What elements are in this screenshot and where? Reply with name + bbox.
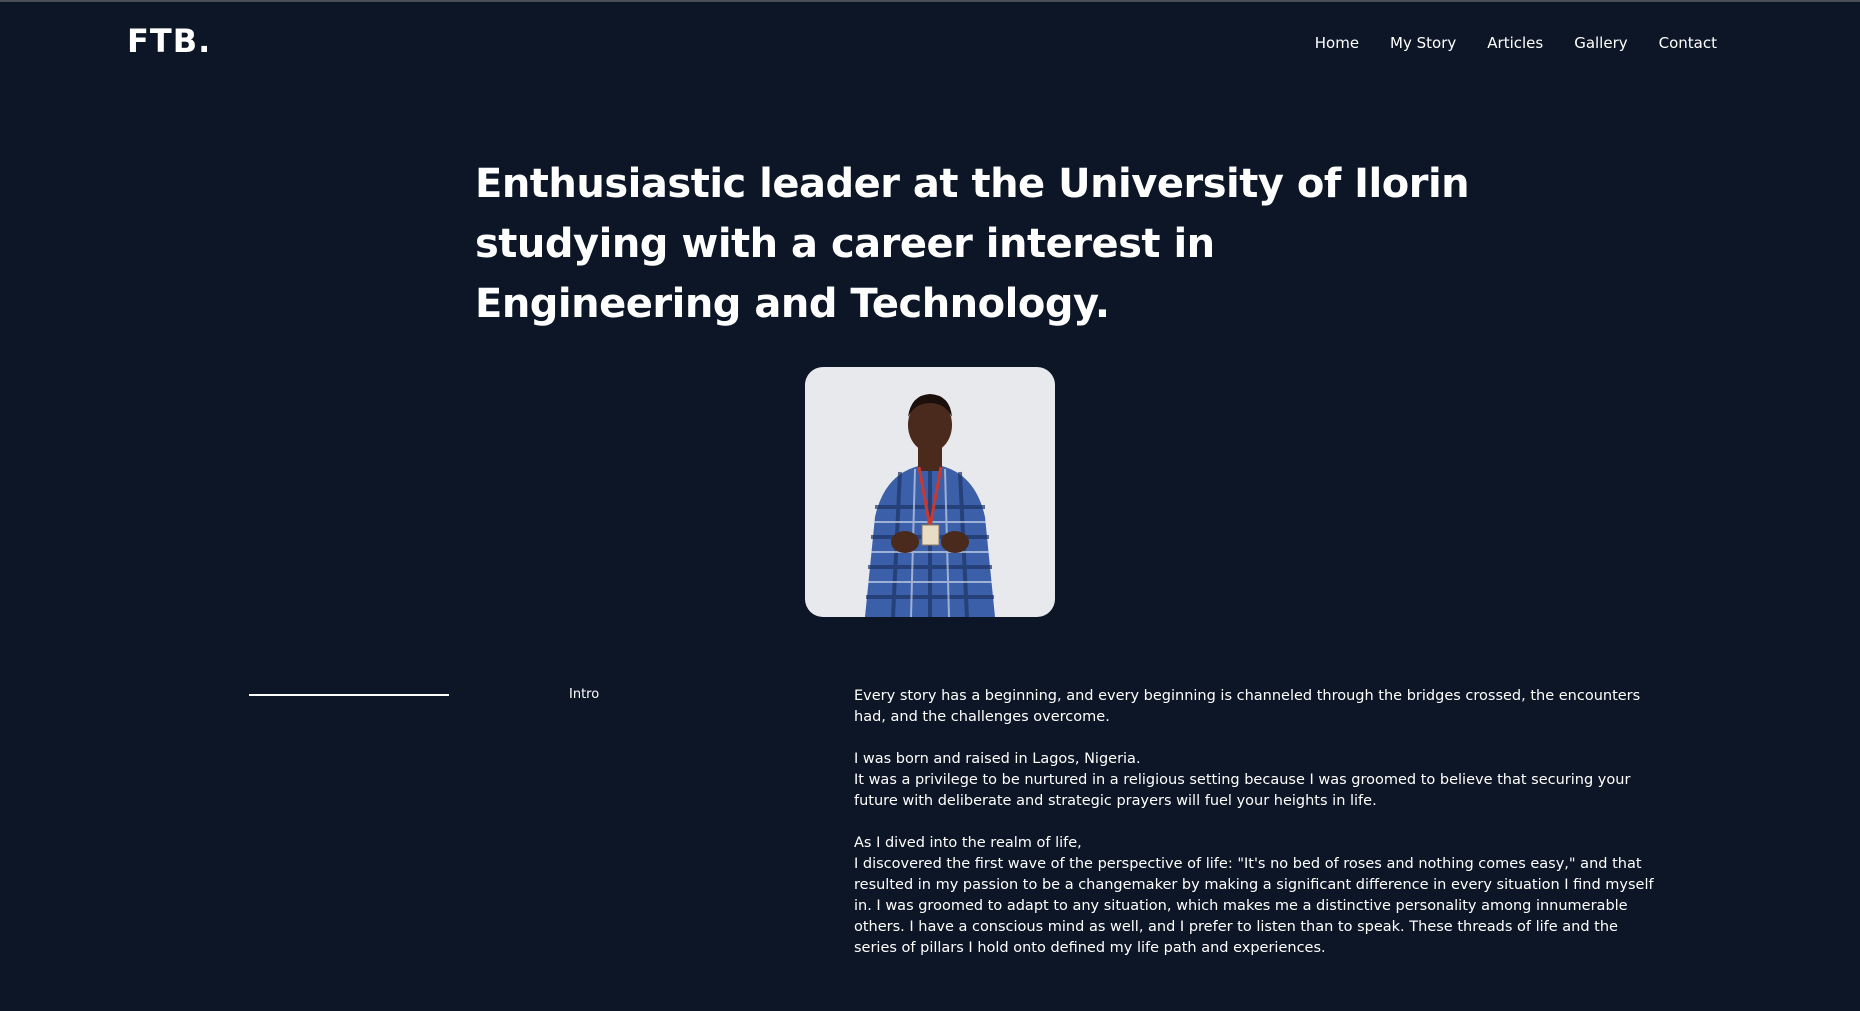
hero-heading: Enthusiastic leader at the University of… (475, 161, 1470, 327)
story-paragraph: Every story has a beginning, and every b… (854, 686, 1654, 728)
nav-link-contact[interactable]: Contact (1659, 34, 1717, 52)
nav-link-gallery[interactable]: Gallery (1574, 34, 1627, 52)
story-line: I was born and raised in Lagos, Nigeria. (854, 751, 1141, 767)
intro-label: Intro (569, 687, 600, 702)
story-line: It was a privilege to be nurtured in a r… (854, 772, 1631, 809)
story-line: I discovered the first wave of the persp… (854, 856, 1654, 956)
story-line: Every story has a beginning, and every b… (854, 688, 1641, 725)
story-line: As I dived into the realm of life, (854, 835, 1082, 851)
person-illustration (865, 394, 995, 617)
site-logo[interactable]: FTB. (127, 22, 211, 60)
intro-story: Every story has a beginning, and every b… (854, 686, 1654, 980)
story-paragraph: As I dived into the realm of life, I dis… (854, 833, 1654, 959)
nav-link-home[interactable]: Home (1315, 34, 1359, 52)
main-nav: Home My Story Articles Gallery Contact (1315, 34, 1717, 52)
nav-link-my-story[interactable]: My Story (1390, 34, 1456, 52)
profile-photo (805, 367, 1055, 617)
intro-divider (249, 694, 449, 696)
page: FTB. Home My Story Articles Gallery Cont… (0, 0, 1860, 1011)
story-paragraph: I was born and raised in Lagos, Nigeria.… (854, 749, 1654, 812)
nav-link-articles[interactable]: Articles (1487, 34, 1543, 52)
